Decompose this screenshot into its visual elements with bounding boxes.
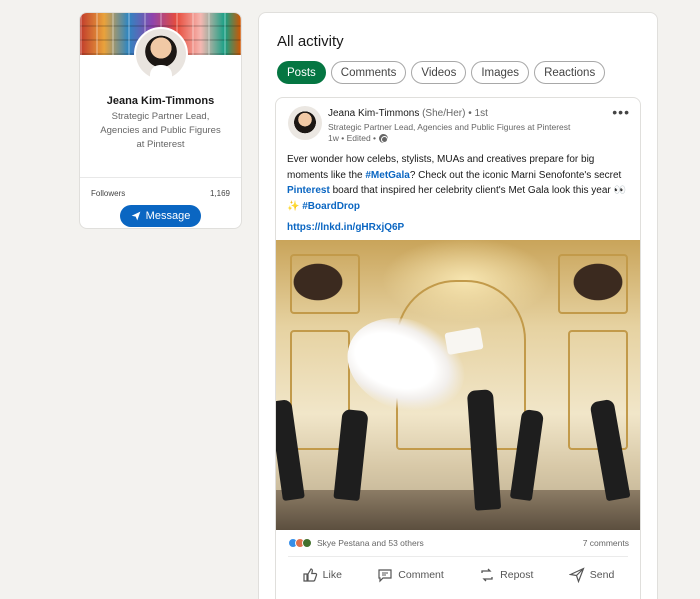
post-author-avatar[interactable] xyxy=(288,106,322,140)
comment-button[interactable]: Comment xyxy=(369,562,452,588)
support-reaction-icon xyxy=(302,538,312,548)
like-button[interactable]: Like xyxy=(294,562,350,588)
wall-panel xyxy=(290,254,360,314)
filter-images[interactable]: Images xyxy=(471,61,530,84)
send-icon xyxy=(131,211,141,221)
reaction-icons xyxy=(288,538,312,548)
message-button[interactable]: Message xyxy=(120,205,201,227)
comment-icon xyxy=(378,569,392,583)
post-author[interactable]: Jeana Kim-Timmons (She/Her) • 1st xyxy=(328,108,488,119)
activity-filters: Posts Comments Videos Images Reactions xyxy=(277,61,606,84)
post-author-headline: Strategic Partner Lead, Agencies and Pub… xyxy=(328,122,571,132)
post-image[interactable] xyxy=(276,240,640,530)
repost-label: Repost xyxy=(500,569,534,581)
filter-comments[interactable]: Comments xyxy=(330,61,407,84)
reactions-text[interactable]: Skye Pestana and 53 others xyxy=(317,538,424,548)
post-time-text: 1w • Edited • xyxy=(328,133,377,143)
post-author-name[interactable]: Jeana Kim-Timmons xyxy=(328,108,419,119)
profile-headline: Strategic Partner Lead, Agencies and Pub… xyxy=(100,111,221,150)
send-icon xyxy=(568,567,585,583)
followers-label: Followers xyxy=(91,189,126,198)
repost-icon xyxy=(481,568,493,582)
floor xyxy=(276,490,640,530)
post-link[interactable]: https://lnkd.in/gHRxjQ6P xyxy=(287,222,404,233)
post-author-meta: (She/Her) • 1st xyxy=(419,108,488,119)
filter-videos[interactable]: Videos xyxy=(411,61,467,84)
post-text: Ever wonder how celebs, stylists, MUAs a… xyxy=(287,152,637,214)
post-actions: Like Comment Repost Send xyxy=(276,562,640,588)
hashtag-metgala[interactable]: #MetGala xyxy=(365,170,409,181)
send-button[interactable]: Send xyxy=(561,562,623,588)
activity-title: All activity xyxy=(277,33,344,50)
hashtag-boarddrop[interactable]: #BoardDrop xyxy=(302,201,360,212)
post-text-part2: ? Check out the iconic Marni Senofonte's… xyxy=(409,169,622,181)
profile-divider xyxy=(80,177,241,178)
actions-divider xyxy=(288,556,628,557)
globe-icon xyxy=(379,133,389,143)
activity-panel: All activity Posts Comments Videos Image… xyxy=(258,12,658,599)
thumbs-up-icon xyxy=(303,568,317,582)
profile-card: Jeana Kim-Timmons Strategic Partner Lead… xyxy=(79,12,242,229)
reactions-summary[interactable]: Skye Pestana and 53 others xyxy=(288,538,424,548)
post-timestamp: 1w • Edited • xyxy=(328,133,389,143)
comments-count[interactable]: 7 comments xyxy=(583,538,629,548)
post-card: Jeana Kim-Timmons (She/Her) • 1st Strate… xyxy=(275,97,641,599)
wall-panel xyxy=(558,254,628,314)
send-label: Send xyxy=(589,569,615,581)
filter-posts[interactable]: Posts xyxy=(277,61,326,84)
message-button-label: Message xyxy=(145,210,191,222)
repost-button[interactable]: Repost xyxy=(471,562,541,588)
more-options-button[interactable]: ••• xyxy=(612,104,630,120)
filter-reactions[interactable]: Reactions xyxy=(534,61,606,84)
followers-count: 1,169 xyxy=(209,189,230,198)
mention-pinterest[interactable]: Pinterest xyxy=(287,185,330,196)
profile-avatar[interactable] xyxy=(134,27,188,81)
like-label: Like xyxy=(322,569,342,581)
comment-label: Comment xyxy=(398,569,444,581)
profile-name[interactable]: Jeana Kim-Timmons xyxy=(80,95,241,107)
